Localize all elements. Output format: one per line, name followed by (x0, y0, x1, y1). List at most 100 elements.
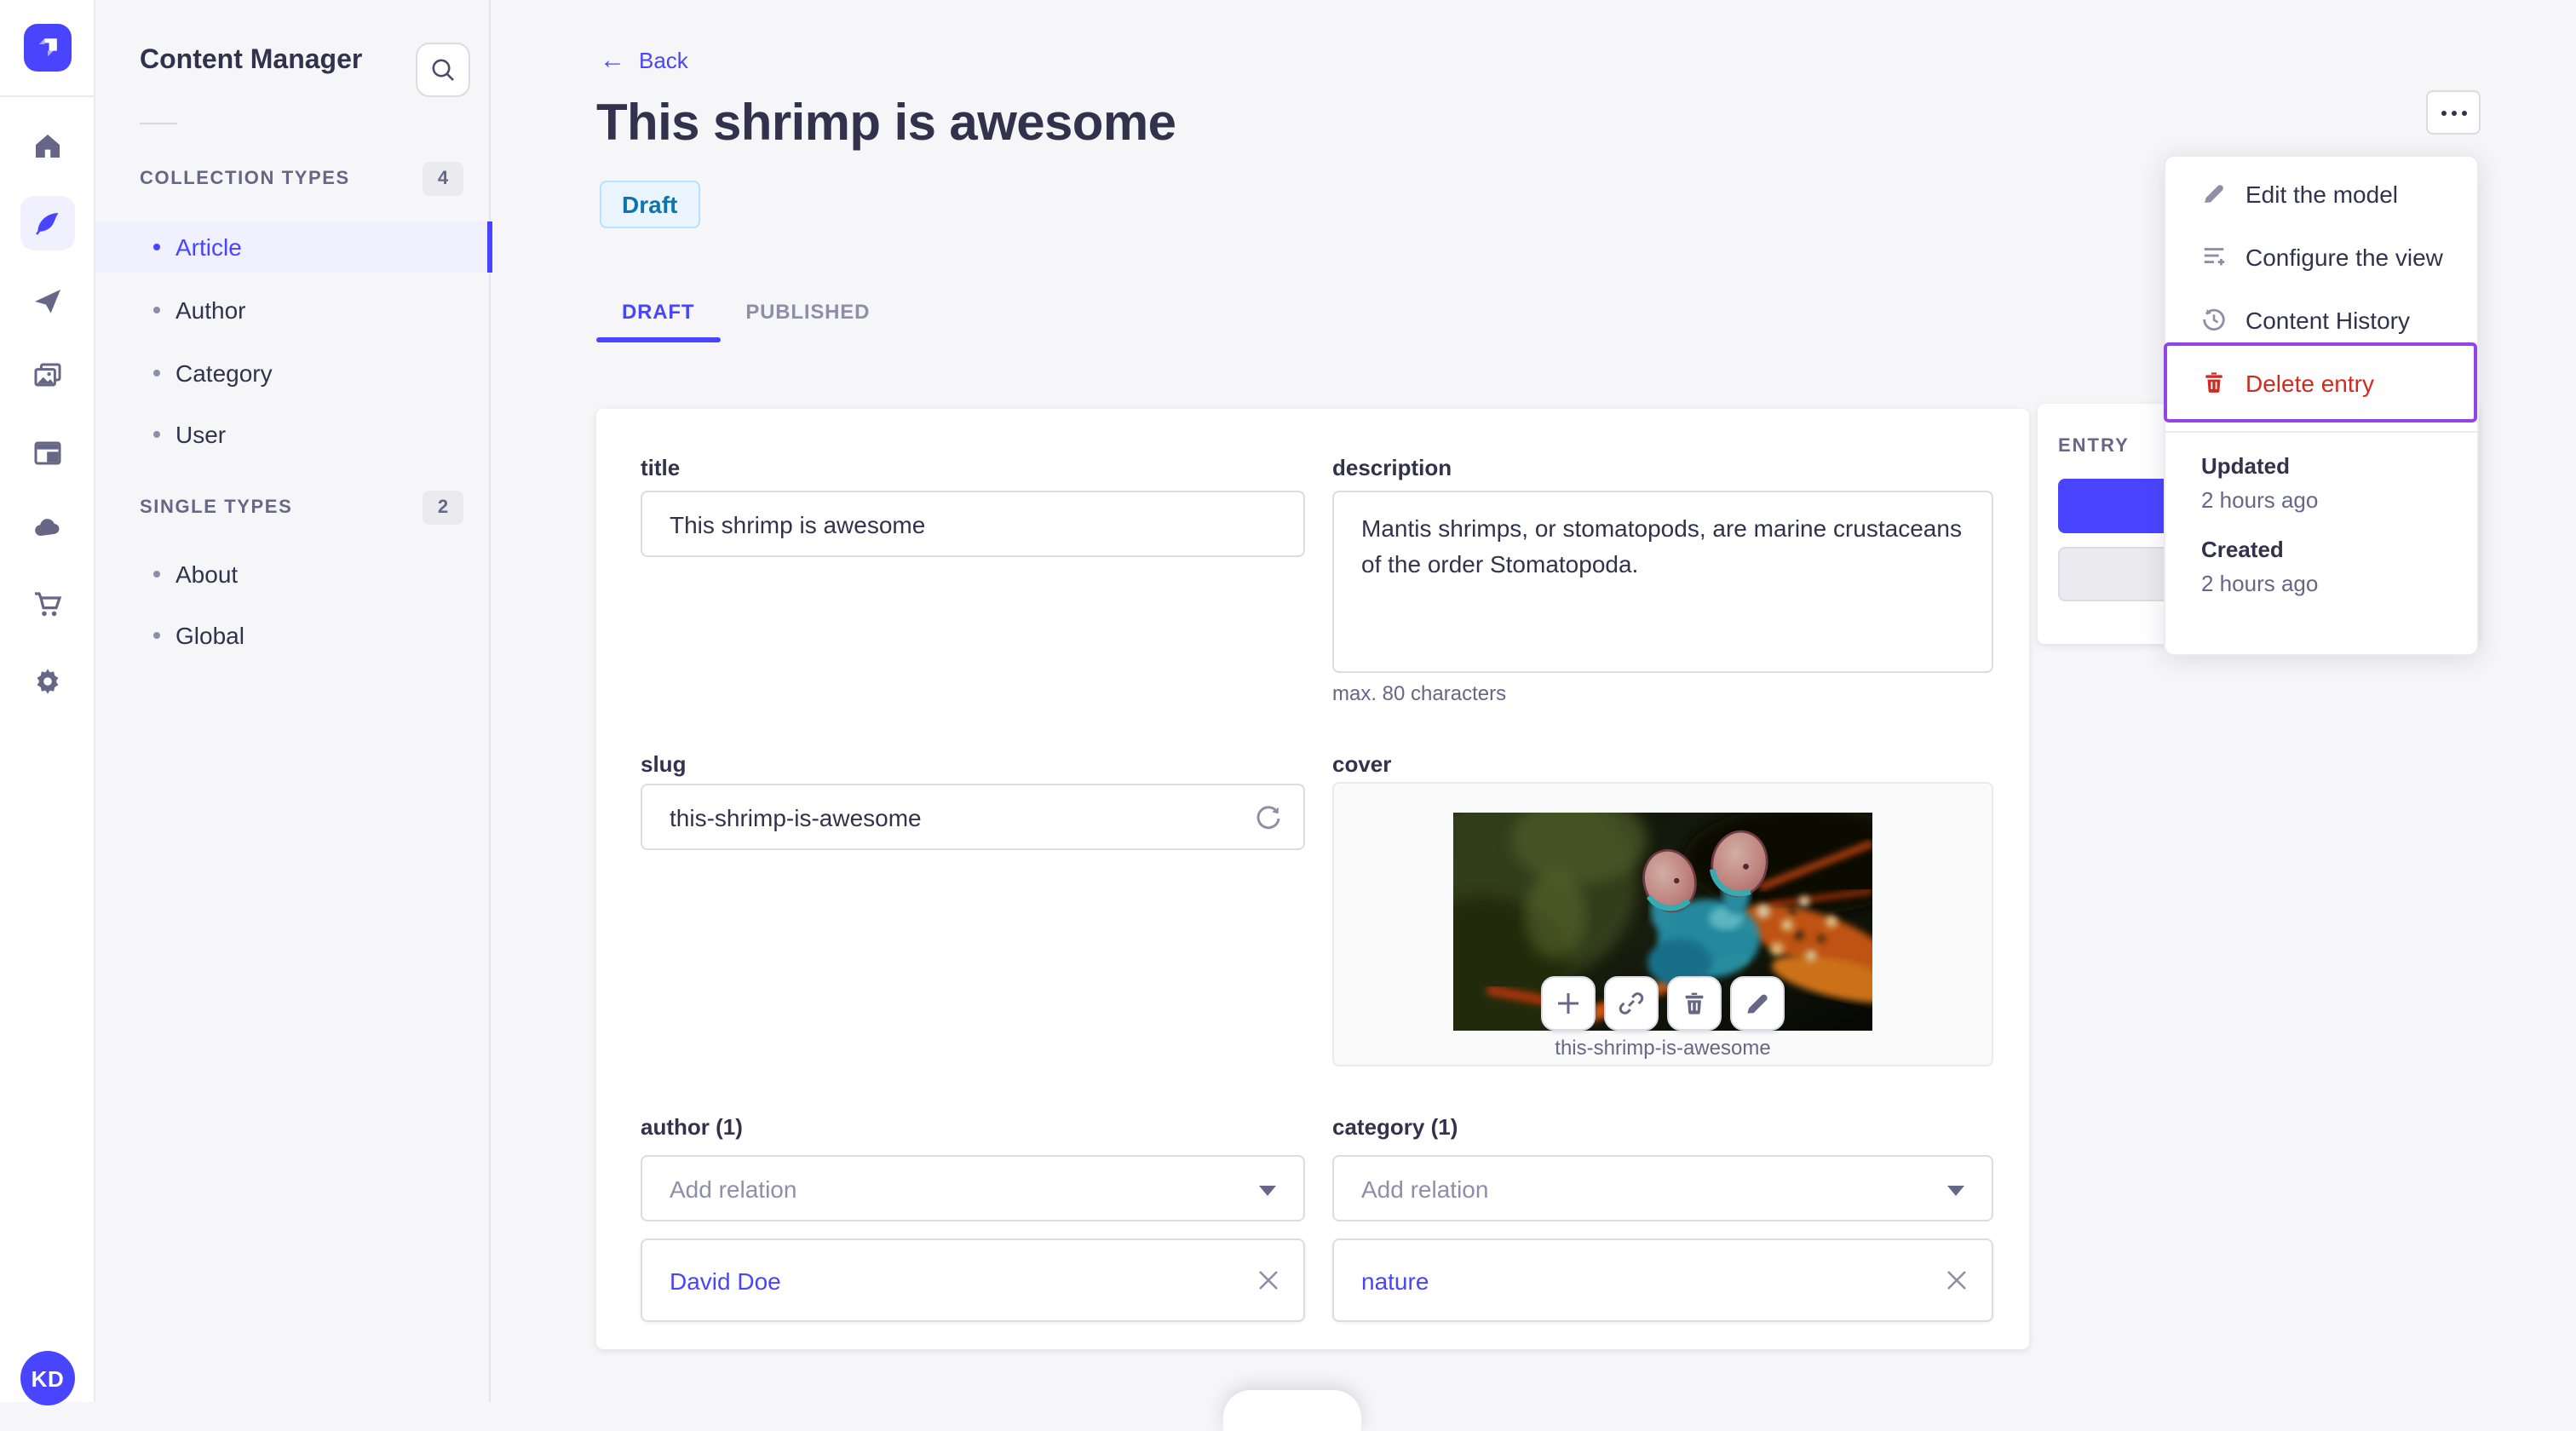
collection-types-count-badge: 4 (423, 162, 463, 196)
bullet-icon (153, 632, 160, 639)
description-textarea[interactable]: Mantis shrimps, or stomatopods, are mari… (1332, 491, 1993, 673)
close-icon[interactable] (1257, 1269, 1279, 1291)
entry-form-card: title description Mantis shrimps, or sto… (596, 409, 2029, 1349)
pencil-icon (2201, 181, 2227, 206)
sidebar-item-label: User (175, 421, 227, 448)
cover-field-label: cover (1332, 751, 1392, 777)
trash-icon (1681, 990, 1708, 1017)
menu-item-content-history[interactable]: Content History (2165, 288, 2477, 351)
bullet-icon (153, 307, 160, 313)
media-icon[interactable] (24, 353, 72, 400)
sidebar-item-label: About (175, 560, 239, 588)
category-select-placeholder: Add relation (1361, 1175, 1489, 1202)
sidebar-item-article[interactable]: Article (95, 221, 492, 273)
subnav-panel: Content Manager COLLECTION TYPES 4 Artic… (95, 0, 492, 1402)
cloud-icon[interactable] (24, 504, 72, 552)
refresh-icon[interactable] (1254, 802, 1283, 831)
title-input[interactable] (641, 491, 1305, 557)
created-label: Created (2201, 537, 2284, 562)
search-icon (429, 56, 457, 83)
app-window: KD Content Manager COLLECTION TYPES 4 Ar… (0, 0, 2576, 1431)
history-icon (2201, 307, 2227, 332)
edit-asset-button[interactable] (1730, 976, 1785, 1031)
search-button[interactable] (416, 43, 470, 97)
menu-divider (2165, 431, 2477, 433)
menu-item-delete-entry[interactable]: Delete entry (2164, 342, 2477, 422)
menu-item-configure-the-view[interactable]: Configure the view (2165, 225, 2477, 288)
updated-value: 2 hours ago (2201, 487, 2319, 513)
description-field-label: description (1332, 455, 1452, 480)
author-select-placeholder: Add relation (670, 1175, 797, 1202)
bullet-icon (153, 571, 160, 578)
send-icon[interactable] (24, 278, 72, 325)
slug-input[interactable] (641, 784, 1305, 850)
tab-published[interactable]: PUBLISHED (720, 293, 895, 330)
layout-icon[interactable] (24, 429, 72, 477)
sidebar-item-author[interactable]: Author (95, 284, 491, 336)
section-single-types: SINGLE TYPES (140, 497, 293, 518)
delete-asset-button[interactable] (1667, 976, 1722, 1031)
more-options-button[interactable] (2426, 90, 2481, 135)
link-icon (1618, 990, 1645, 1017)
sidebar-item-label: Global (175, 622, 244, 649)
entry-panel-heading: ENTRY (2058, 436, 2130, 457)
close-icon[interactable] (1946, 1269, 1968, 1291)
sidebar-item-category[interactable]: Category (95, 348, 491, 399)
updated-label: Updated (2201, 453, 2290, 479)
single-types-count-badge: 2 (423, 491, 463, 525)
subnav-title: Content Manager (140, 46, 363, 75)
tab-draft[interactable]: DRAFT (596, 293, 720, 342)
author-field-label: author (1) (641, 1114, 743, 1140)
strapi-logo-icon[interactable] (24, 24, 72, 72)
sidebar-item-about[interactable]: About (95, 549, 491, 600)
home-icon[interactable] (24, 123, 72, 170)
copy-link-button[interactable] (1604, 976, 1659, 1031)
category-relation-select[interactable]: Add relation (1332, 1155, 1993, 1221)
author-relation-item: David Doe (641, 1238, 1305, 1322)
bullet-icon (153, 370, 160, 376)
page-title: This shrimp is awesome (596, 95, 1176, 152)
relation-link[interactable]: nature (1361, 1267, 1429, 1294)
sidebar-item-label: Author (175, 296, 246, 324)
more-options-menu: Edit the model Configure the view Conten… (2164, 155, 2479, 656)
back-label: Back (639, 48, 688, 73)
arrow-left-icon: ← (600, 46, 625, 75)
trash-icon (2201, 370, 2227, 395)
rail-divider (0, 95, 94, 97)
cart-icon[interactable] (24, 581, 72, 629)
category-relation-item: nature (1332, 1238, 1993, 1322)
add-asset-button[interactable] (1541, 976, 1596, 1031)
pencil-icon (1744, 990, 1771, 1017)
cover-actions-toolbar (1541, 976, 1785, 1031)
gear-icon[interactable] (24, 658, 72, 705)
plus-icon (1555, 990, 1582, 1017)
author-relation-select[interactable]: Add relation (641, 1155, 1305, 1221)
sidebar-item-user[interactable]: User (95, 409, 491, 460)
subnav-divider (140, 123, 177, 124)
relation-link[interactable]: David Doe (670, 1267, 781, 1294)
menu-item-edit-the-model[interactable]: Edit the model (2165, 162, 2477, 225)
sidebar-item-label: Article (175, 233, 242, 261)
bullet-icon (153, 431, 160, 438)
bullet-icon (153, 244, 160, 250)
status-badge: Draft (600, 181, 700, 228)
cover-field-box: this-shrimp-is-awesome (1332, 782, 1993, 1066)
category-field-label: category (1) (1332, 1114, 1458, 1140)
floating-actions-pill[interactable] (1223, 1390, 1361, 1431)
avatar[interactable]: KD (20, 1351, 75, 1405)
cover-caption: this-shrimp-is-awesome (1555, 1036, 1771, 1060)
chevron-down-icon (1947, 1186, 1964, 1196)
sidebar-item-global[interactable]: Global (95, 610, 491, 661)
slug-field-label: slug (641, 751, 687, 777)
feather-icon[interactable] (20, 196, 75, 250)
created-value: 2 hours ago (2201, 571, 2319, 596)
tab-bar: DRAFT PUBLISHED (596, 293, 895, 342)
configure-list-icon (2201, 244, 2227, 269)
icon-rail: KD (0, 0, 95, 1405)
back-link[interactable]: ← Back (600, 48, 688, 73)
title-field-label: title (641, 455, 681, 480)
description-helper-text: max. 80 characters (1332, 681, 1507, 705)
sidebar-item-label: Category (175, 359, 273, 387)
chevron-down-icon (1259, 1186, 1276, 1196)
more-horizontal-icon (2441, 110, 2446, 115)
